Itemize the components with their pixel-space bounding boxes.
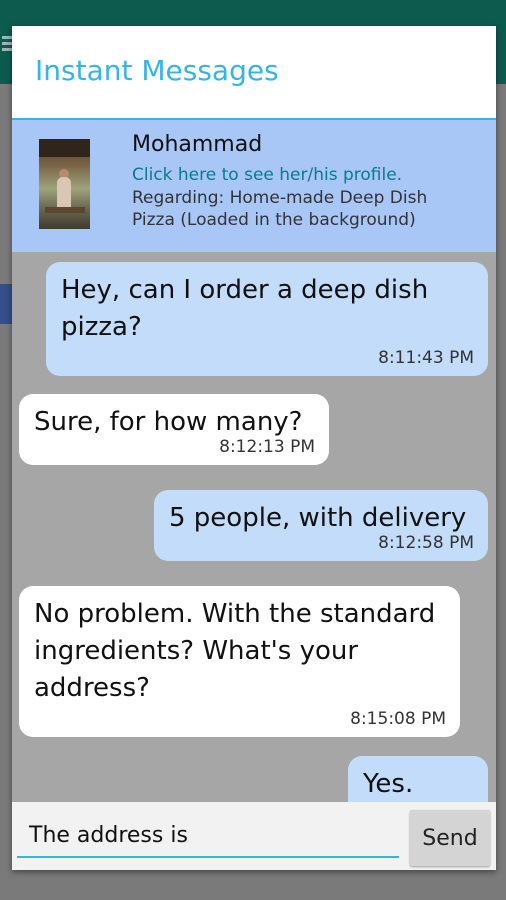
message-text: Sure, for how many? (34, 407, 303, 437)
message-bubble-outgoing: 5 people, with delivery 8:12:58 PM (154, 490, 488, 561)
message-text: Yes. (363, 769, 414, 799)
profile-link[interactable]: Click here to see her/his profile. (132, 165, 402, 185)
menu-icon (2, 36, 12, 39)
message-bubble-outgoing: Hey, can I order a deep dish pizza? 8:11… (46, 262, 488, 376)
contact-name: Mohammad (132, 132, 263, 157)
contact-banner[interactable]: Mohammad Click here to see her/his profi… (12, 120, 496, 252)
message-text: 5 people, with delivery (169, 503, 467, 533)
avatar-photo-roof (39, 139, 90, 157)
message-composer: Send (12, 802, 496, 870)
avatar-photo-person (57, 177, 71, 211)
message-list[interactable]: Hey, can I order a deep dish pizza? 8:11… (12, 252, 496, 802)
instant-messages-dialog: Instant Messages Mohammad Click here to … (12, 26, 496, 870)
dialog-header: Instant Messages (12, 26, 496, 120)
message-time: 8:11:43 PM (378, 348, 474, 368)
message-text: No problem. With the standard ingredient… (34, 599, 436, 703)
contact-avatar[interactable] (39, 139, 90, 229)
message-text: Hey, can I order a deep dish pizza? (61, 275, 429, 342)
message-bubble-incoming: No problem. With the standard ingredient… (19, 586, 460, 737)
message-input[interactable] (17, 814, 399, 858)
message-bubble-incoming: Sure, for how many? 8:12:13 PM (19, 394, 329, 465)
regarding-text: Regarding: Home-made Deep Dish Pizza (Lo… (132, 188, 428, 230)
avatar-photo-bench (45, 207, 85, 213)
dialog-title: Instant Messages (35, 54, 279, 87)
message-time: 8:15:08 PM (350, 709, 446, 729)
message-bubble-outgoing: Yes. (348, 756, 488, 802)
send-button[interactable]: Send (410, 810, 490, 866)
background-peek (0, 284, 12, 324)
